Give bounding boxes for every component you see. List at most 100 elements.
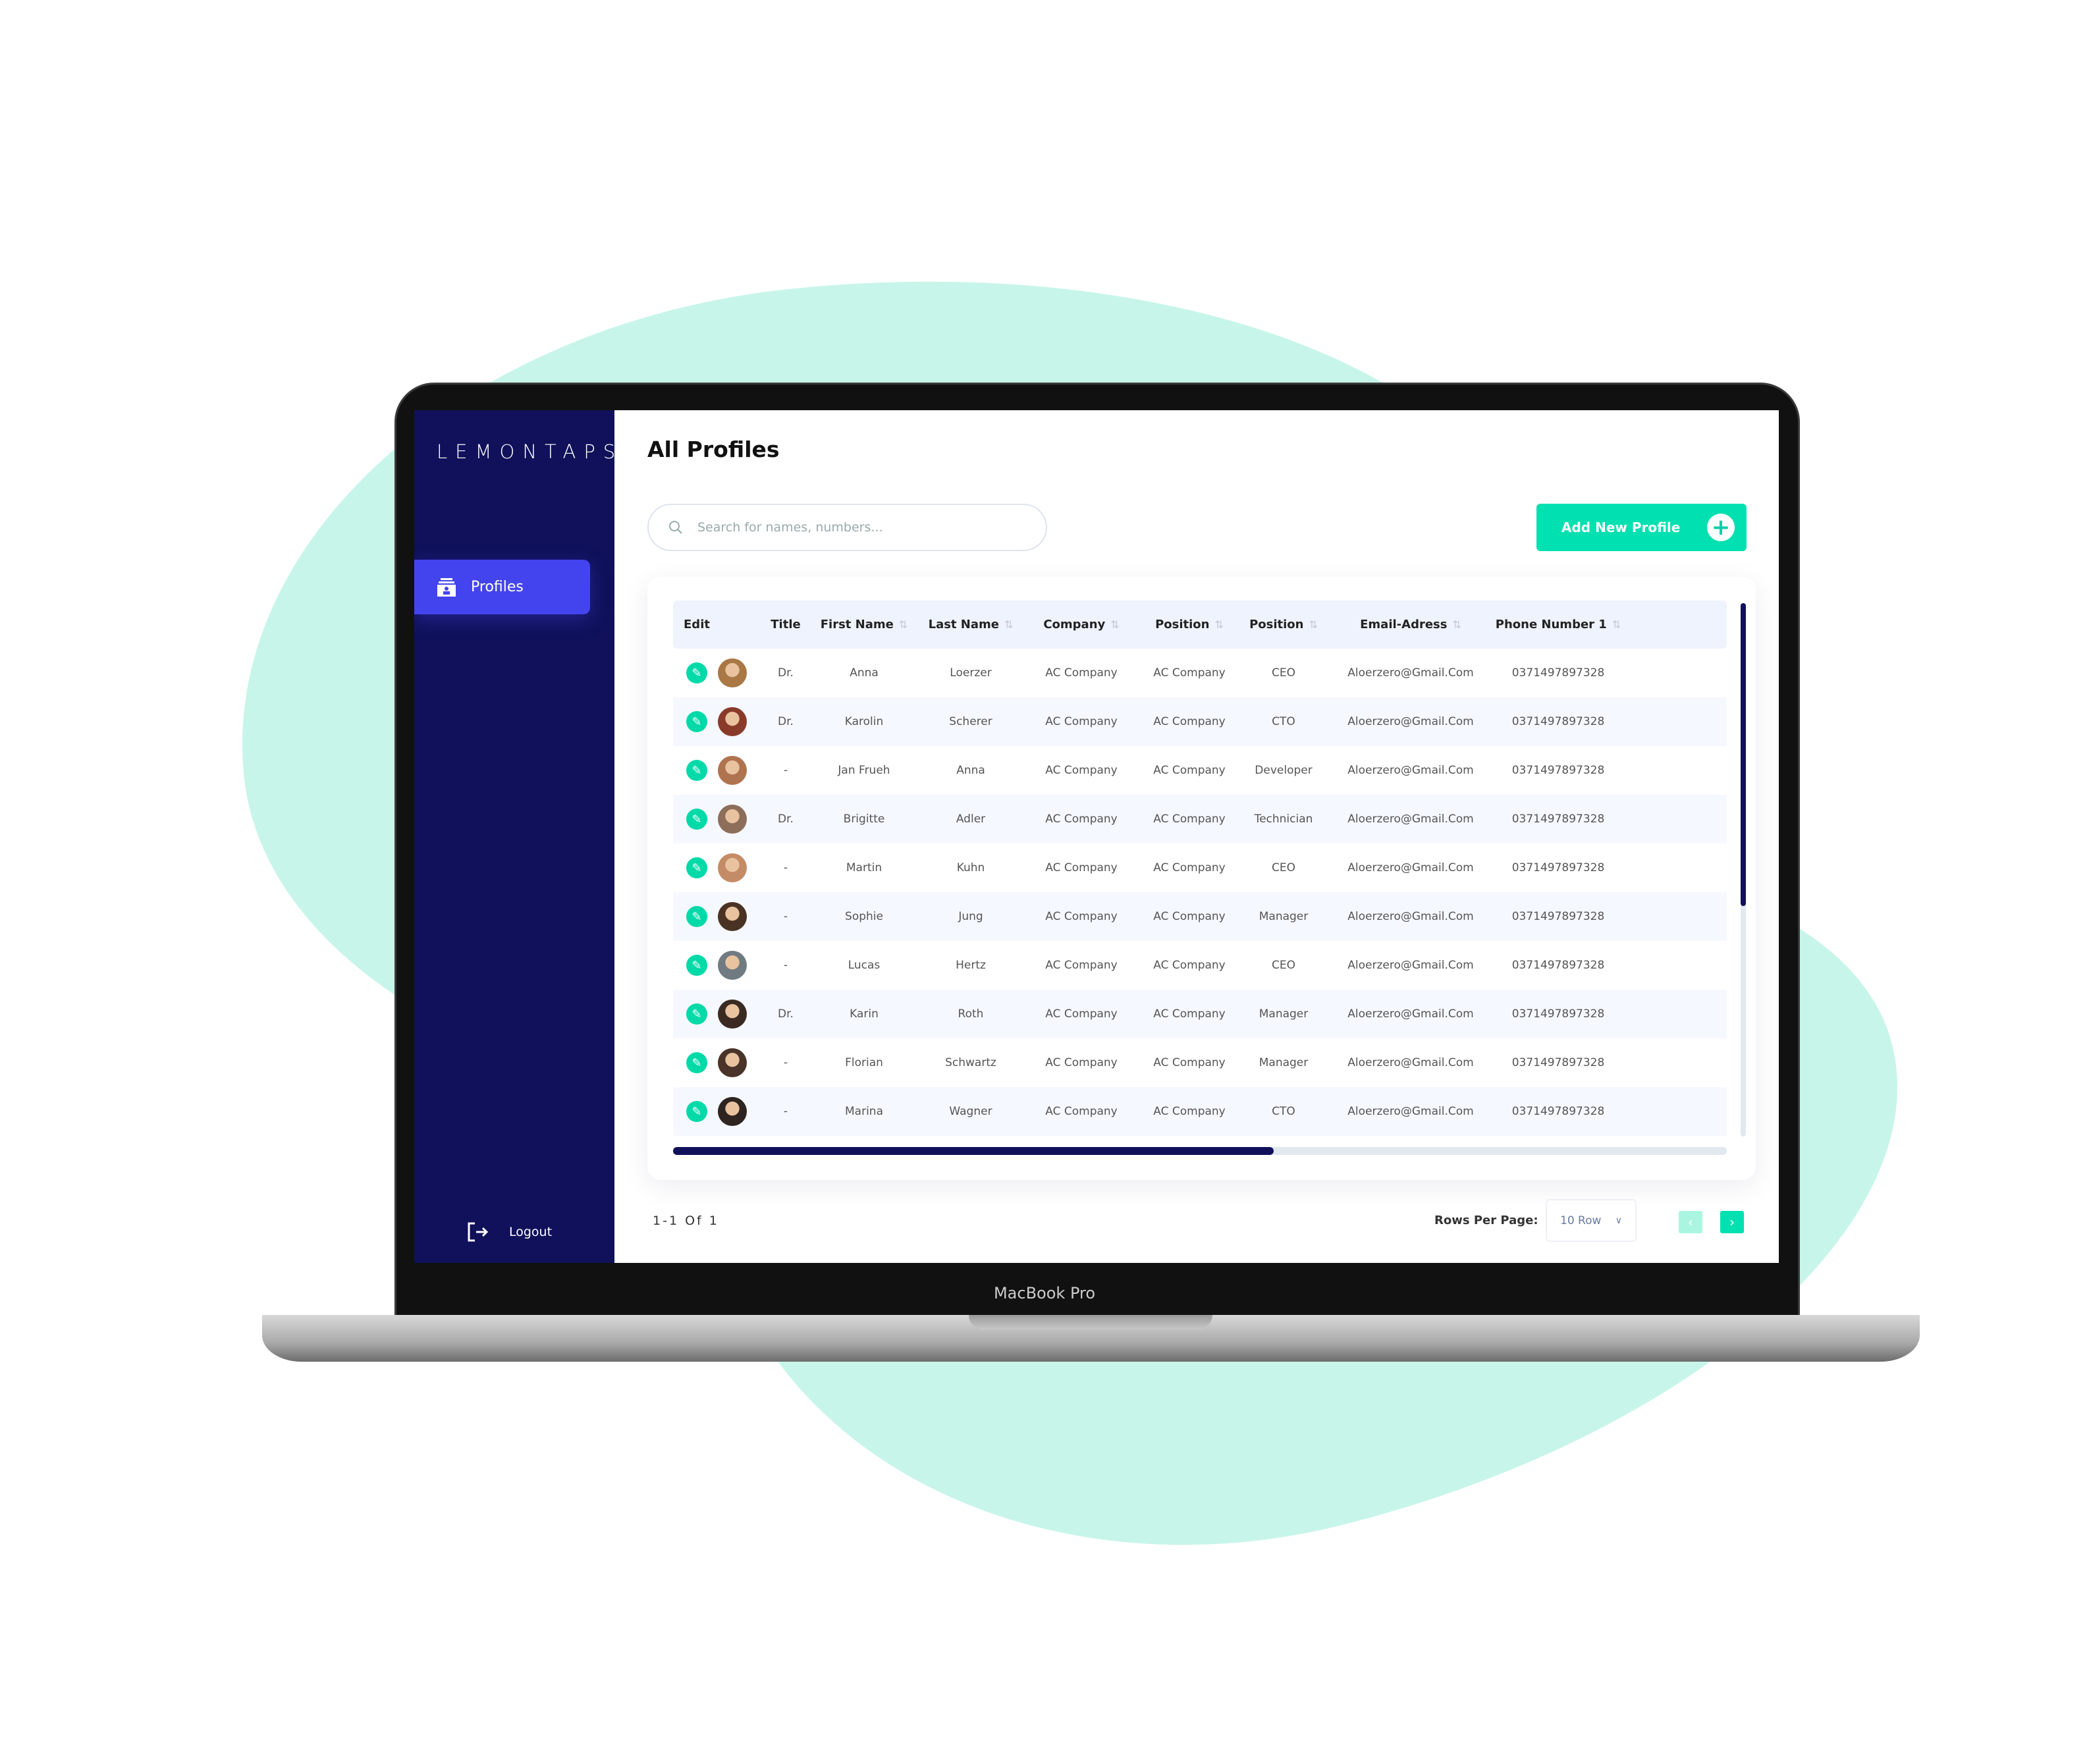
sort-icon: ⇅: [1004, 618, 1014, 631]
table-cell: Manager: [1259, 1007, 1309, 1021]
sort-icon: ⇅: [1452, 618, 1461, 631]
avatar: [718, 1048, 747, 1077]
vertical-scrollbar[interactable]: [1741, 603, 1746, 1136]
table-cell: Dr.: [778, 1007, 794, 1021]
column-header[interactable]: Last Name ⇅: [929, 601, 1014, 649]
column-label: Last Name: [928, 618, 999, 631]
table-cell: 0371497897328: [1511, 959, 1605, 972]
table-row[interactable]: ✎ - Lucas Hertz AC Company AC Company CEO Aloer…: [673, 941, 1727, 990]
table-cell: -: [783, 1105, 788, 1118]
column-header[interactable]: Position ⇅: [1249, 601, 1318, 649]
table-cell: Aloerzero@Gmail.Com: [1347, 1007, 1474, 1021]
table-row[interactable]: ✎ - Marina Wagner AC Company AC Company CTO Alo…: [673, 1087, 1727, 1136]
table-cell: AC Company: [1045, 1056, 1118, 1069]
edit-button[interactable]: ✎: [686, 941, 707, 990]
search-placeholder: Search for names, numbers...: [697, 520, 883, 535]
table-cell: AC Company: [1045, 861, 1118, 874]
table-cell: Aloerzero@Gmail.Com: [1347, 1105, 1474, 1118]
table-cell: Scherer: [949, 715, 992, 728]
table-cell: Aloerzero@Gmail.Com: [1347, 861, 1474, 874]
table-cell: Aloerzero@Gmail.Com: [1347, 959, 1474, 972]
prev-page-button[interactable]: ‹: [1679, 1211, 1702, 1233]
column-header[interactable]: Email-Adress ⇅: [1360, 601, 1461, 649]
pencil-icon: ✎: [686, 857, 707, 878]
search-input[interactable]: Search for names, numbers...: [647, 504, 1047, 551]
edit-button[interactable]: ✎: [686, 697, 707, 746]
table-cell: Aloerzero@Gmail.Com: [1347, 910, 1474, 923]
edit-button[interactable]: ✎: [686, 1087, 707, 1136]
table-cell: CEO: [1272, 666, 1295, 680]
edit-button[interactable]: ✎: [686, 746, 707, 795]
edit-button[interactable]: ✎: [686, 1038, 707, 1087]
avatar-cell: [718, 1087, 747, 1136]
vertical-scrollbar-thumb[interactable]: [1741, 603, 1746, 906]
table-cell: Dr.: [778, 813, 794, 826]
horizontal-scrollbar-thumb[interactable]: [673, 1147, 1274, 1155]
table-row[interactable]: ✎ - Jan Frueh Anna AC Company AC Company Devel…: [673, 746, 1727, 795]
table-cell: AC Company: [1153, 861, 1226, 874]
table-cell: AC Company: [1153, 1056, 1226, 1069]
edit-button[interactable]: ✎: [686, 892, 707, 941]
table-row[interactable]: ✎ Dr. Brigitte Adler AC Company AC Company Tec…: [673, 795, 1727, 843]
sort-icon: ⇅: [1110, 618, 1120, 631]
table-row[interactable]: ✎ Dr. Anna Loerzer AC Company AC Company CEO Al…: [673, 649, 1727, 697]
avatar: [718, 756, 747, 785]
column-header[interactable]: Position ⇅: [1155, 601, 1224, 649]
table-cell: 0371497897328: [1511, 1056, 1605, 1069]
avatar-cell: [718, 649, 747, 697]
next-page-button[interactable]: ›: [1720, 1211, 1744, 1233]
table-cell: Aloerzero@Gmail.Com: [1347, 764, 1474, 777]
table-cell: AC Company: [1153, 959, 1226, 972]
rows-per-page-value: 10 Row: [1560, 1214, 1602, 1227]
table-cell: Martin: [846, 861, 882, 874]
chevron-right-icon: ›: [1729, 1214, 1735, 1230]
avatar-cell: [718, 1038, 747, 1087]
avatar: [718, 707, 747, 736]
table-cell: -: [783, 1056, 788, 1069]
column-header[interactable]: First Name ⇅: [821, 601, 908, 649]
main-content: All Profiles Search for names, numbers..…: [614, 410, 1779, 1263]
table-cell: 0371497897328: [1511, 1105, 1605, 1118]
add-new-profile-button[interactable]: Add New Profile +: [1536, 504, 1747, 551]
edit-button[interactable]: ✎: [686, 843, 707, 892]
table-row[interactable]: ✎ Dr. Karin Roth AC Company AC Company Manager…: [673, 990, 1727, 1038]
table-cell: Anna: [850, 666, 879, 680]
table-cell: -: [783, 861, 788, 874]
table-cell: AC Company: [1153, 715, 1226, 728]
edit-button[interactable]: ✎: [686, 990, 707, 1038]
pencil-icon: ✎: [686, 906, 707, 927]
pencil-icon: ✎: [686, 1101, 707, 1122]
avatar-cell: [718, 697, 747, 746]
table-row[interactable]: ✎ Dr. Karolin Scherer AC Company AC Company CT…: [673, 697, 1727, 746]
table-cell: AC Company: [1045, 1105, 1118, 1118]
sidebar-item-profiles[interactable]: Profiles: [414, 560, 590, 614]
logout-button[interactable]: Logout: [467, 1221, 552, 1243]
table-row[interactable]: ✎ - Florian Schwartz AC Company AC Company Man…: [673, 1038, 1727, 1087]
logout-label: Logout: [509, 1225, 553, 1239]
laptop-base: [262, 1315, 1920, 1362]
search-icon: [669, 521, 682, 534]
table-header: Edit Title First Name ⇅ Last Name ⇅ Company ⇅ Po…: [673, 601, 1727, 649]
table-row[interactable]: ✎ - Martin Kuhn AC Company AC Company CEO Aloer…: [673, 843, 1727, 892]
table-cell: AC Company: [1045, 1007, 1118, 1021]
column-header[interactable]: Phone Number 1 ⇅: [1496, 601, 1621, 649]
column-header[interactable]: Company ⇅: [1043, 601, 1119, 649]
table-cell: Manager: [1259, 910, 1309, 923]
avatar-cell: [718, 892, 747, 941]
edit-button[interactable]: ✎: [686, 649, 707, 697]
column-label: Position: [1249, 618, 1304, 631]
pencil-icon: ✎: [686, 955, 707, 976]
edit-button[interactable]: ✎: [686, 795, 707, 843]
table-cell: CTO: [1272, 1105, 1295, 1118]
horizontal-scrollbar[interactable]: [673, 1147, 1727, 1155]
table-cell: AC Company: [1045, 666, 1118, 680]
logout-icon: [468, 1222, 489, 1242]
table-cell: 0371497897328: [1511, 813, 1605, 826]
avatar-cell: [718, 990, 747, 1038]
avatar: [718, 658, 747, 687]
table-cell: -: [783, 764, 788, 777]
table-row[interactable]: ✎ - Sophie Jung AC Company AC Company Manager A…: [673, 892, 1727, 941]
table-cell: AC Company: [1045, 764, 1118, 777]
app-screen: LEMONTAPS Profiles Logout All Profiles S…: [414, 410, 1779, 1263]
rows-per-page-select[interactable]: 10 Row ∨: [1546, 1199, 1637, 1242]
